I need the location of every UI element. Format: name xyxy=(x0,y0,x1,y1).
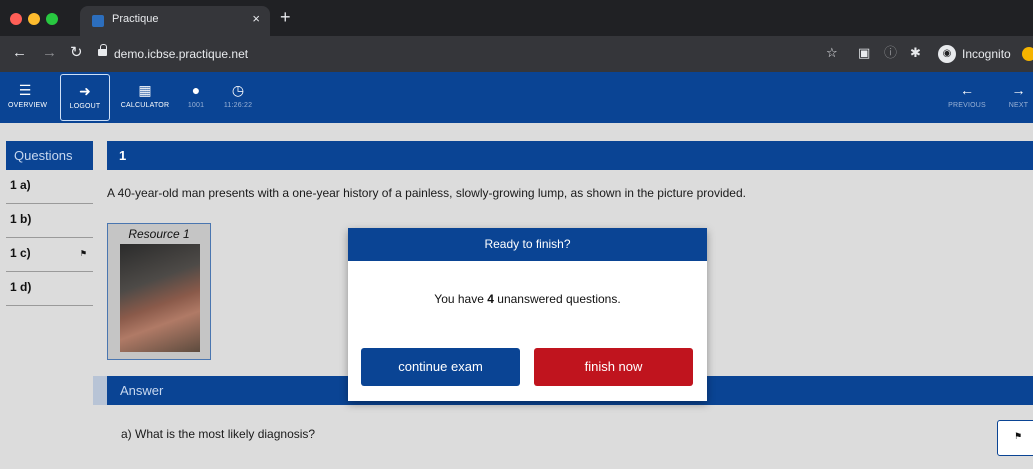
user-info: ● 1001 xyxy=(184,72,208,123)
timer: ◷ 11:26:22 xyxy=(220,72,256,123)
questions-header: Questions xyxy=(6,141,93,170)
lock-icon[interactable] xyxy=(98,44,107,56)
extensions-puzzle-icon[interactable]: ✱ xyxy=(910,46,921,60)
timer-value: 11:26:22 xyxy=(223,102,253,109)
flag-icon: ⚑ xyxy=(79,249,87,258)
previous-label: PREVIOUS xyxy=(948,102,986,109)
calculator-button[interactable]: ▦ CALCULATOR xyxy=(117,72,173,123)
arrow-left-icon: ← xyxy=(960,82,974,98)
incognito-icon[interactable]: ◉ xyxy=(938,45,956,63)
question-stem: A 40-year-old man presents with a one-ye… xyxy=(107,186,746,200)
list-icon: ☰ xyxy=(18,82,32,98)
next-label: NEXT xyxy=(1008,102,1029,109)
continue-exam-button[interactable]: continue exam xyxy=(361,348,520,386)
incognito-label: Incognito xyxy=(962,47,1011,61)
previous-button[interactable]: ← PREVIOUS xyxy=(944,72,990,123)
window-maximize-button[interactable] xyxy=(46,13,58,25)
question-label: 1 c) xyxy=(10,246,31,260)
dialog-message: You have 4 unanswered questions. xyxy=(348,292,707,306)
finish-now-button[interactable]: finish now xyxy=(534,348,693,386)
subquestion-text: a) What is the most likely diagnosis? xyxy=(121,427,316,441)
tab-close-icon[interactable]: × xyxy=(252,11,260,26)
back-arrow-icon[interactable]: ← xyxy=(12,45,27,61)
question-label: 1 a) xyxy=(10,178,31,192)
sidebar-item-1b[interactable]: 1 b) xyxy=(6,204,93,238)
logout-icon: ➜ xyxy=(79,83,91,99)
resource-panel[interactable]: Resource 1 xyxy=(107,223,211,360)
logout-label: LOGOUT xyxy=(69,103,101,110)
overview-button[interactable]: ☰ OVERVIEW xyxy=(8,72,48,123)
resource-image[interactable] xyxy=(120,244,200,352)
forward-arrow-icon[interactable]: → xyxy=(42,45,57,61)
question-label: 1 b) xyxy=(10,212,32,226)
bookmark-star-icon[interactable]: ☆ xyxy=(826,46,838,60)
sidebar-item-1d[interactable]: 1 d) xyxy=(6,272,93,306)
tab-title: Practique xyxy=(112,13,159,25)
question-number: 1 xyxy=(107,141,1033,170)
new-tab-button[interactable]: + xyxy=(280,8,291,26)
flag-icon: ⚑ xyxy=(1014,431,1023,441)
window-minimize-button[interactable] xyxy=(28,13,40,25)
finish-dialog: Ready to finish? You have 4 unanswered q… xyxy=(348,228,707,401)
sidebar-item-1a[interactable]: 1 a) xyxy=(6,170,93,204)
sidebar-item-1c[interactable]: 1 c) ⚑ xyxy=(6,238,93,272)
question-label: 1 d) xyxy=(10,280,32,294)
user-id: 1001 xyxy=(187,102,205,109)
answer-label: Answer xyxy=(120,383,164,398)
overview-label: OVERVIEW xyxy=(8,102,48,109)
reload-icon[interactable]: ↻ xyxy=(70,45,83,61)
url-field[interactable]: demo.icbse.practique.net xyxy=(114,47,248,61)
favicon-icon xyxy=(92,15,104,27)
address-bar: ← → ↻ demo.icbse.practique.net ☆ ▣ ⓘ ✱ ◉… xyxy=(0,36,1033,72)
calculator-label: CALCULATOR xyxy=(120,102,170,109)
arrow-right-icon: → xyxy=(1011,82,1026,98)
resource-title: Resource 1 xyxy=(128,227,190,241)
questions-sidebar: Questions 1 a) 1 b) 1 c) ⚑ 1 d) xyxy=(6,141,93,306)
unanswered-count: 4 xyxy=(487,292,494,306)
next-button[interactable]: → NEXT xyxy=(1004,72,1033,123)
browser-tab[interactable]: Practique × xyxy=(80,6,270,36)
dialog-title: Ready to finish? xyxy=(348,228,707,261)
logout-button[interactable]: ➜ LOGOUT xyxy=(60,74,110,121)
camera-icon[interactable]: ▣ xyxy=(858,46,870,60)
profile-menu-icon[interactable] xyxy=(1022,47,1033,61)
user-icon: ● xyxy=(191,82,201,98)
app-toolbar: ☰ OVERVIEW ➜ LOGOUT ▦ CALCULATOR ● 1001 … xyxy=(0,72,1033,123)
browser-tab-bar: Practique × + xyxy=(0,0,1033,36)
calculator-icon: ▦ xyxy=(138,82,152,98)
flag-button[interactable]: ⚑ xyxy=(997,420,1033,456)
window-close-button[interactable] xyxy=(10,13,22,25)
info-icon[interactable]: ⓘ xyxy=(884,46,897,60)
dialog-message-prefix: You have xyxy=(434,292,488,306)
clock-icon: ◷ xyxy=(231,82,245,98)
dialog-message-suffix: unanswered questions. xyxy=(493,292,621,306)
